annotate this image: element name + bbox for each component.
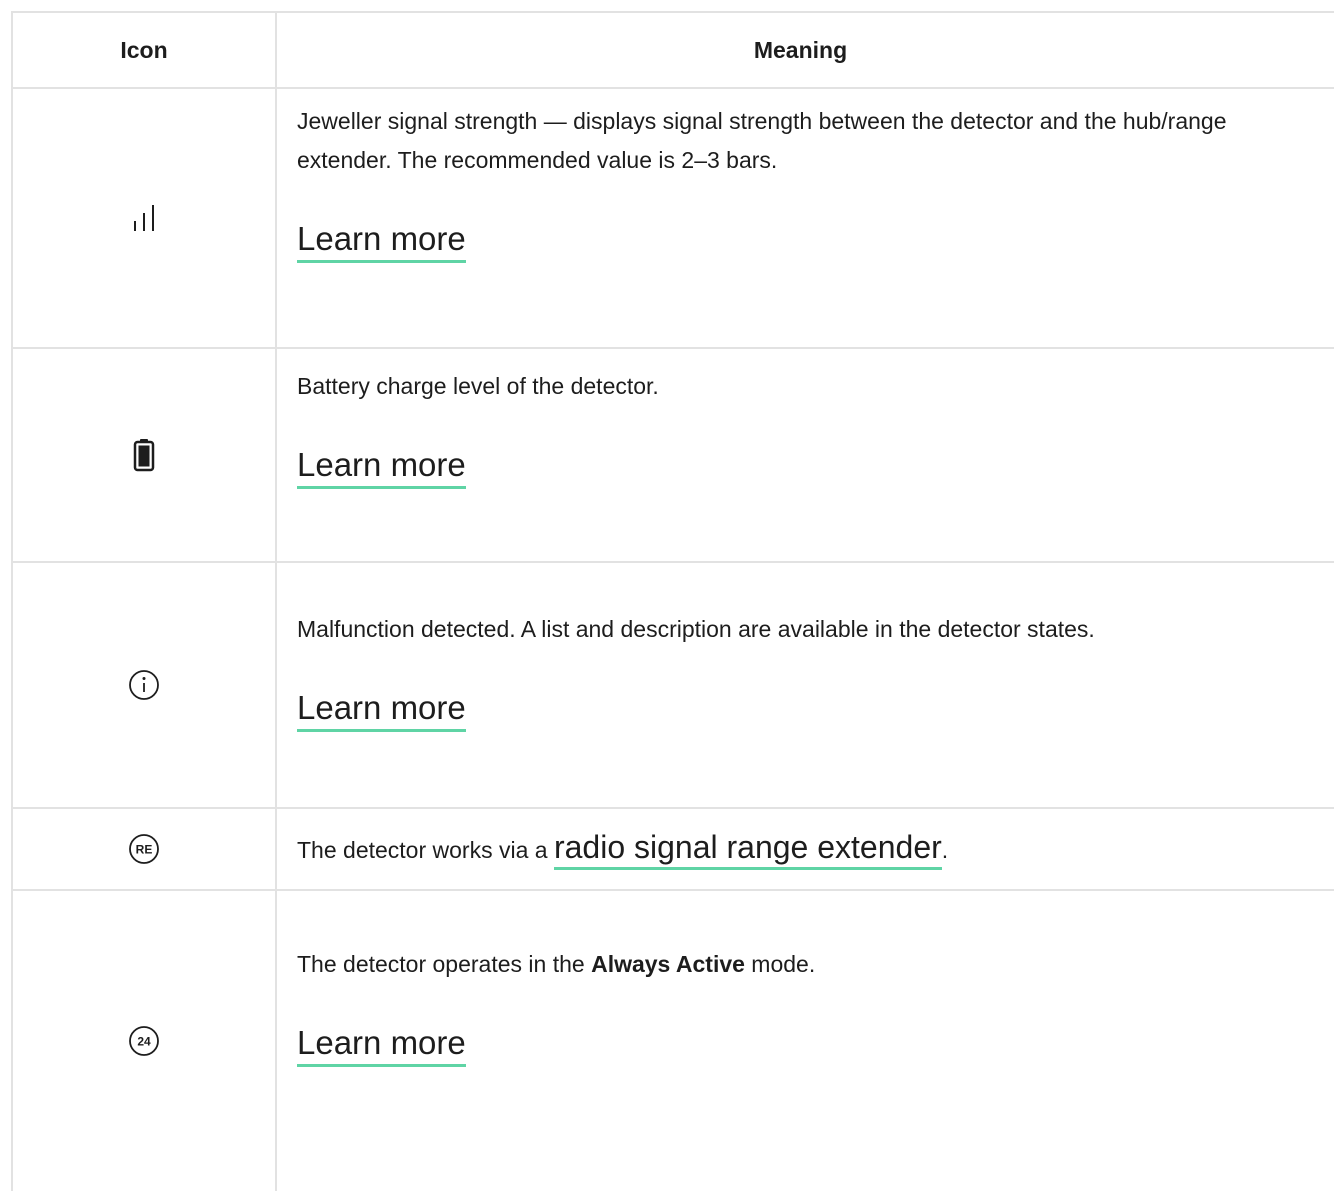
range-extender-icon: RE [127, 832, 161, 866]
row-description: Malfunction detected. A list and descrip… [297, 616, 1095, 642]
learn-more-link[interactable]: Learn more [297, 446, 466, 489]
header-icon-label: Icon [120, 36, 168, 63]
icon-cell [13, 89, 277, 347]
row-text-before: The detector operates in the [297, 951, 592, 977]
range-extender-link[interactable]: radio signal range extender [553, 829, 942, 870]
signal-strength-icon [124, 201, 164, 235]
table-row: RE The detector works via a radio signal… [13, 809, 1334, 891]
range-extender-icon-text: RE [136, 843, 153, 857]
table-row: 24 The detector operates in the Always A… [13, 891, 1334, 1191]
icon-cell [13, 563, 277, 807]
icon-cell: RE [13, 809, 277, 889]
row-description: Jeweller signal strength — displays sign… [297, 108, 1227, 173]
row-text-after: mode. [744, 951, 816, 977]
icon-cell: 24 [13, 891, 277, 1191]
table-row: Jeweller signal strength — displays sign… [13, 89, 1334, 349]
learn-more-link[interactable]: Learn more [297, 1024, 466, 1067]
always-active-24-icon: 24 [127, 1024, 161, 1058]
always-active-bold-text: Always Active [591, 951, 745, 977]
row-text-after: . [941, 837, 949, 863]
table-row: Malfunction detected. A list and descrip… [13, 563, 1334, 809]
meaning-cell: Battery charge level of the detector. Le… [277, 349, 1334, 561]
header-cell-icon: Icon [13, 13, 277, 87]
meaning-cell: Malfunction detected. A list and descrip… [277, 563, 1334, 807]
icons-table: Icon Meaning Jeweller signal strength — … [11, 11, 1334, 1191]
learn-more-link[interactable]: Learn more [297, 689, 466, 732]
icon-cell [13, 349, 277, 561]
battery-icon [133, 438, 155, 472]
table-row: Battery charge level of the detector. Le… [13, 349, 1334, 563]
row-description: The detector works via a radio signal ra… [297, 828, 1324, 870]
learn-more-link[interactable]: Learn more [297, 220, 466, 263]
row-description: The detector operates in the Always Acti… [297, 945, 1324, 984]
info-circle-icon [127, 668, 161, 702]
meaning-cell: The detector operates in the Always Acti… [277, 891, 1334, 1191]
row-description: Battery charge level of the detector. [297, 373, 659, 399]
meaning-cell: Jeweller signal strength — displays sign… [277, 89, 1334, 347]
meaning-cell: The detector works via a radio signal ra… [277, 809, 1334, 889]
row-text-before: The detector works via a [297, 837, 554, 863]
header-meaning-label: Meaning [753, 36, 848, 63]
always-active-icon-text: 24 [137, 1035, 151, 1049]
header-cell-meaning: Meaning [277, 13, 1334, 87]
table-header-row: Icon Meaning [13, 13, 1334, 89]
